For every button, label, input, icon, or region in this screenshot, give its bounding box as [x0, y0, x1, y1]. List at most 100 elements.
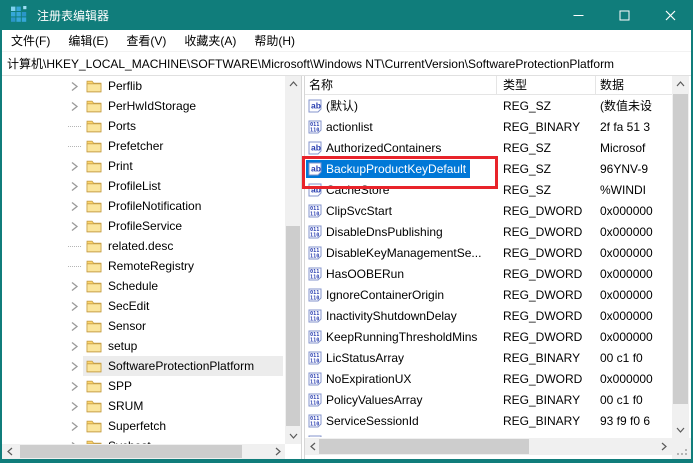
scroll-down-icon[interactable] [285, 428, 301, 444]
scroll-down-icon[interactable] [672, 422, 689, 438]
menu-item-favorites[interactable]: 收藏夹(A) [175, 30, 245, 52]
chevron-right-icon[interactable] [66, 378, 83, 394]
chevron-right-icon[interactable] [66, 118, 83, 134]
tree-item[interactable]: ProfileService [2, 216, 283, 236]
scroll-right-icon[interactable] [655, 438, 672, 455]
tree-item[interactable]: setup [2, 336, 283, 356]
chevron-right-icon[interactable] [66, 198, 83, 214]
tree-item[interactable]: ProfileList [2, 176, 283, 196]
tree-item[interactable]: ProfileNotification [2, 196, 283, 216]
value-type: REG_DWORD [503, 224, 583, 239]
tree-item[interactable]: Print [2, 156, 283, 176]
chevron-right-icon[interactable] [66, 138, 83, 154]
tree-item[interactable]: RemoteRegistry [2, 256, 283, 276]
close-button[interactable] [647, 0, 693, 30]
folder-icon [86, 340, 102, 353]
tree-item-label: Print [108, 159, 133, 173]
registry-value-row[interactable]: ab 011 110 IgnoreContainerOrigin REG_DWO… [305, 284, 672, 305]
registry-value-row[interactable]: ab 011 110 (默认) REG_SZ (数值未设 [305, 95, 672, 116]
chevron-right-icon[interactable] [66, 298, 83, 314]
chevron-right-icon[interactable] [66, 398, 83, 414]
scroll-up-icon[interactable] [285, 76, 301, 92]
tree-vertical-scrollbar[interactable] [285, 76, 301, 444]
registry-value-row[interactable]: ab 011 110 KeepRunningThresholdMins REG_… [305, 326, 672, 347]
chevron-right-icon[interactable] [66, 358, 83, 374]
chevron-right-icon[interactable] [66, 338, 83, 354]
registry-value-row[interactable]: ab 011 110 InactivityShutdownDelay REG_D… [305, 305, 672, 326]
registry-value-row[interactable]: ab 011 110 SkipRearm REG_DWORD 0x000000 [305, 431, 672, 437]
tree-item-label: SecEdit [108, 299, 150, 313]
registry-value-row[interactable]: ab 011 110 PolicyValuesArray REG_BINARY … [305, 389, 672, 410]
tree-item[interactable]: related.desc [2, 236, 283, 256]
list-horizontal-scrollbar[interactable] [305, 438, 672, 455]
menu-item-file[interactable]: 文件(F) [2, 30, 59, 52]
tree-item-label: RemoteRegistry [108, 259, 195, 273]
scrollbar-thumb[interactable] [673, 94, 688, 404]
tree-horizontal-scrollbar[interactable] [2, 444, 285, 459]
column-header-data[interactable]: 数据 [596, 76, 672, 95]
value-name: LicStatusArray [326, 350, 405, 365]
tree-item[interactable]: SoftwareProtectionPlatform [2, 356, 283, 376]
tree-item-label: ProfileNotification [108, 199, 202, 213]
scroll-left-icon[interactable] [2, 444, 17, 459]
binary-value-icon: 011 110 [308, 267, 322, 280]
tree-item[interactable]: SPP [2, 376, 283, 396]
registry-value-row[interactable]: ab 011 110 DisableKeyManagementSe... REG… [305, 242, 672, 263]
menu-item-view[interactable]: 查看(V) [117, 30, 175, 52]
address-bar[interactable]: 计算机\HKEY_LOCAL_MACHINE\SOFTWARE\Microsof… [2, 52, 691, 76]
chevron-right-icon[interactable] [66, 98, 83, 114]
scroll-right-icon[interactable] [270, 444, 285, 459]
registry-value-row[interactable]: ab 011 110 ServiceSessionId REG_BINARY 9… [305, 410, 672, 431]
chevron-right-icon[interactable] [66, 178, 83, 194]
registry-value-row[interactable]: ab 011 110 actionlist REG_BINARY 2f fa 5… [305, 116, 672, 137]
scroll-up-icon[interactable] [672, 76, 689, 92]
chevron-right-icon[interactable] [66, 158, 83, 174]
minimize-button[interactable] [555, 0, 601, 30]
tree-item[interactable]: Perflib [2, 76, 283, 96]
scroll-left-icon[interactable] [305, 438, 320, 455]
chevron-right-icon[interactable] [66, 258, 83, 274]
registry-value-row[interactable]: ab 011 110 AuthorizedContainers REG_SZ M… [305, 137, 672, 158]
tree-item[interactable]: Ports [2, 116, 283, 136]
column-header-type[interactable]: 类型 [497, 76, 596, 95]
registry-value-row[interactable]: ab 011 110 CacheStore REG_SZ %WINDI [305, 179, 672, 200]
menu-item-edit[interactable]: 编辑(E) [59, 30, 117, 52]
window-border [0, 30, 2, 463]
chevron-right-icon[interactable] [66, 318, 83, 334]
tree-item[interactable]: Schedule [2, 276, 283, 296]
tree-item[interactable]: SRUM [2, 396, 283, 416]
list-vertical-scrollbar[interactable] [672, 76, 689, 438]
tree-item-label: SoftwareProtectionPlatform [108, 359, 255, 373]
tree-item-label: Prefetcher [108, 139, 164, 153]
scrollbar-thumb[interactable] [20, 445, 242, 458]
tree-rows: Perflib PerHwIdStorage Ports Prefetcher … [2, 76, 283, 445]
tree-item[interactable]: Prefetcher [2, 136, 283, 156]
svg-text:110: 110 [310, 379, 319, 385]
tree-item[interactable]: PerHwIdStorage [2, 96, 283, 116]
scrollbar-thumb[interactable] [286, 226, 300, 426]
tree-item[interactable]: Superfetch [2, 416, 283, 436]
registry-value-row[interactable]: ab 011 110 BackupProductKeyDefault REG_S… [305, 158, 672, 179]
registry-value-row[interactable]: ab 011 110 LicStatusArray REG_BINARY 00 … [305, 347, 672, 368]
registry-value-row[interactable]: ab 011 110 DisableDnsPublishing REG_DWOR… [305, 221, 672, 242]
tree-item[interactable]: SecEdit [2, 296, 283, 316]
chevron-right-icon[interactable] [66, 418, 83, 434]
chevron-right-icon[interactable] [66, 218, 83, 234]
value-data: %WINDI [600, 182, 646, 197]
chevron-right-icon[interactable] [66, 278, 83, 294]
registry-value-row[interactable]: ab 011 110 ClipSvcStart REG_DWORD 0x0000… [305, 200, 672, 221]
tree-item[interactable]: Sensor [2, 316, 283, 336]
chevron-right-icon[interactable] [66, 78, 83, 94]
registry-value-row[interactable]: ab 011 110 NoExpirationUX REG_DWORD 0x00… [305, 368, 672, 389]
resize-grip[interactable] [672, 438, 691, 459]
value-name: SkipRearm [326, 435, 385, 438]
chevron-right-icon[interactable] [66, 238, 83, 254]
scrollbar-thumb[interactable] [319, 439, 529, 454]
registry-value-row[interactable]: ab 011 110 HasOOBERun REG_DWORD 0x000000 [305, 263, 672, 284]
value-name: HasOOBERun [326, 266, 405, 281]
maximize-button[interactable] [601, 0, 647, 30]
binary-value-icon: 011 110 [308, 288, 322, 301]
column-header-name[interactable]: 名称 [305, 76, 497, 95]
folder-icon [86, 360, 102, 373]
menu-item-help[interactable]: 帮助(H) [245, 30, 304, 52]
